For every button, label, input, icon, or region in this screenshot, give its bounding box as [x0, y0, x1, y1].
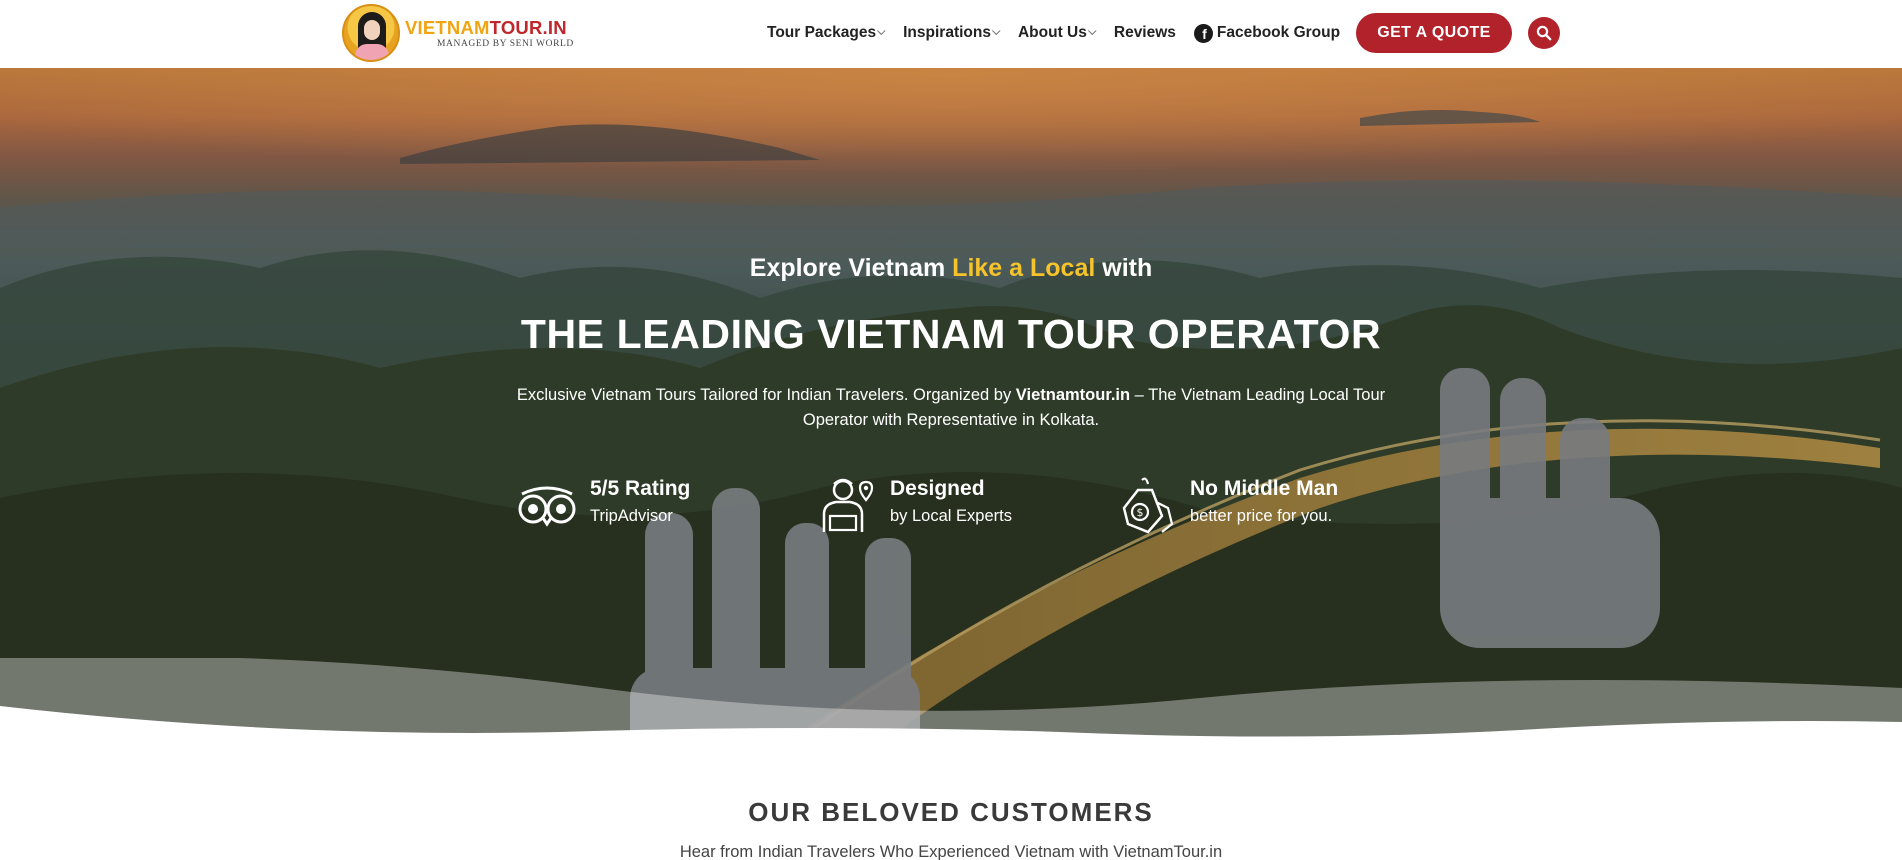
hero-section: Explore Vietnam Like a Local with THE LE… [0, 68, 1902, 760]
site-logo[interactable]: VIETNAMTOUR.IN MANAGED BY SENI WORLD [342, 4, 574, 62]
nav-label: Inspirations [903, 24, 991, 41]
hero-bottom-wave [0, 658, 1902, 760]
site-header: VIETNAMTOUR.IN MANAGED BY SENI WORLD Tou… [0, 0, 1902, 68]
chevron-down-icon [992, 26, 1001, 36]
tripadvisor-owl-icon [518, 486, 576, 527]
nav-about-us[interactable]: About Us [1017, 24, 1097, 42]
facebook-icon: f [1193, 23, 1213, 43]
feature-no-middle-man: $ No Middle Man better price for you. [1116, 476, 1338, 534]
svg-text:$: $ [1137, 506, 1144, 519]
feature-rating: 5/5 Rating TripAdvisor [516, 476, 690, 534]
logo-wordmark: VIETNAMTOUR.IN [405, 16, 567, 38]
main-nav: Tour Packages Inspirations About Us Revi… [767, 22, 1358, 44]
search-button[interactable] [1528, 17, 1560, 49]
nav-label: Tour Packages [767, 24, 877, 41]
nav-label: About Us [1017, 24, 1087, 41]
feature-local-experts: Designed by Local Experts [816, 476, 1012, 534]
feature-title: No Middle Man [1190, 477, 1339, 500]
logo-badge-icon [342, 4, 400, 62]
nav-facebook-group[interactable]: f Facebook Group [1193, 23, 1341, 43]
search-icon [1536, 25, 1552, 41]
feature-subtitle: TripAdvisor [590, 507, 673, 525]
customers-section-subtitle: Hear from Indian Travelers Who Experienc… [679, 843, 1223, 860]
get-a-quote-button[interactable]: GET A QUOTE [1356, 13, 1512, 53]
feature-subtitle: better price for you. [1190, 507, 1333, 525]
hero-subtitle: Explore Vietnam Like a Local with [749, 254, 1153, 282]
feature-title: Designed [890, 477, 985, 500]
feature-subtitle: by Local Experts [890, 507, 1012, 525]
nav-inspirations[interactable]: Inspirations [903, 24, 1001, 42]
customers-section-title: OUR BELOVED CUSTOMERS [748, 797, 1154, 827]
feature-title: 5/5 Rating [590, 477, 691, 500]
chevron-down-icon [1087, 26, 1097, 36]
nav-reviews[interactable]: Reviews [1114, 24, 1176, 42]
nav-label: Facebook Group [1216, 24, 1341, 41]
logo-text: VIETNAMTOUR.IN MANAGED BY SENI WORLD [405, 16, 574, 49]
logo-tagline: MANAGED BY SENI WORLD [437, 38, 574, 49]
hero-title: THE LEADING VIETNAM TOUR OPERATOR [520, 311, 1382, 357]
hero-description: Exclusive Vietnam Tours Tailored for Ind… [516, 386, 1386, 429]
price-tag-icon: $ [1122, 477, 1174, 534]
chevron-down-icon [877, 26, 886, 36]
hero-subtitle-highlight: Like a Local [952, 254, 1096, 282]
nav-tour-packages[interactable]: Tour Packages [767, 24, 886, 42]
nav-label: Reviews [1113, 24, 1176, 41]
brand-name: Vietnamtour.in [1015, 386, 1131, 404]
local-expert-icon [822, 478, 874, 532]
